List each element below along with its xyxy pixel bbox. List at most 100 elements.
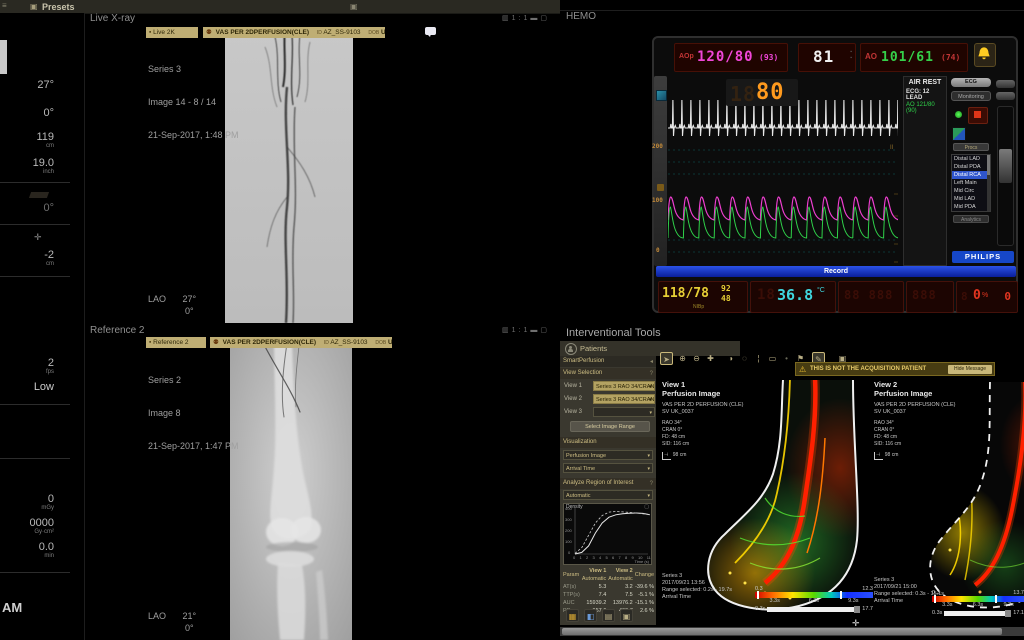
collapse-icon[interactable]: ◂ (650, 357, 653, 368)
side-slider[interactable] (997, 106, 1014, 246)
scrollbar-thumb[interactable] (562, 628, 1002, 635)
app-title-bar[interactable]: SmartPerfusion ◂ (560, 356, 656, 367)
ao-display: AO 101/61 (74) (860, 43, 968, 72)
side-pill-button[interactable] (996, 80, 1015, 88)
view2-study-info: VAS PER 2D PERFUSION (CLE) SV UK_0037 (874, 402, 956, 416)
top-toolbar: ≡ ▣ Presets ▣ (0, 0, 560, 14)
patient-banner[interactable]: ⚉ VAS PER 2DPERFUSION(CLE) ID AZ_SS-9103… (203, 27, 385, 38)
patient-banner[interactable]: ⚉ VAS PER 2DPERFUSION(CLE) ID AZ_SS-9103… (210, 337, 392, 348)
stop-record-button[interactable] (968, 107, 988, 124)
rect-tool-button[interactable]: ▭ (766, 352, 779, 365)
one-to-one-icon[interactable]: 1:1 (512, 15, 531, 22)
application-window: ≡ ▣ Presets ▣ 27° 0° 119cm 19.0inch 0° ✛… (0, 0, 1024, 640)
philips-logo: PHILIPS (952, 251, 1014, 263)
view-selection-header[interactable]: View Selection ? (560, 368, 656, 379)
windowing-tool-button[interactable]: ◑ (724, 352, 737, 365)
help-icon[interactable]: ? (650, 369, 653, 380)
bell-icon (975, 44, 993, 62)
time-color-slider[interactable] (755, 592, 873, 598)
list-item[interactable]: Mid Circ (952, 187, 990, 195)
one-to-one-icon[interactable]: 1:1 (512, 327, 531, 334)
tab-live[interactable]: ▪ Live 2K (146, 27, 198, 38)
maximize-icon[interactable]: ▢ (540, 15, 550, 22)
monitoring-button[interactable]: Monitoring (951, 91, 991, 101)
maximize-icon[interactable]: ▢ (540, 327, 550, 334)
roi-ellipse-tool-button[interactable]: ◌ (738, 352, 751, 365)
alarm-bell-button[interactable] (974, 43, 996, 67)
zoom-in-tool-button[interactable]: ⊕ (676, 352, 689, 365)
procs-button[interactable]: Procs (953, 143, 989, 151)
time-color-slider[interactable] (932, 596, 1024, 602)
table-tilt-value: 0° (0, 203, 54, 214)
tab-reference[interactable]: ▪ Reference 2 (146, 337, 206, 348)
source-distance-value: 119cm (0, 132, 54, 149)
pan-tool-button[interactable]: ✚ (704, 352, 717, 365)
list-item-selected[interactable]: Distal RCA (952, 171, 990, 179)
minimize-icon[interactable]: ▬ (530, 327, 540, 334)
dose-area-product-value: 0000Gy·cm² (0, 518, 54, 535)
report-tool-button[interactable]: ▤ (602, 609, 615, 622)
map-thumbnail-icon[interactable] (952, 127, 966, 141)
film-icon[interactable]: ▥ (502, 15, 512, 22)
chevron-down-icon: ▾ (647, 491, 650, 500)
chevron-down-icon: ▾ (649, 395, 652, 404)
view2-scale-marker: ⊣ 98 cm (874, 452, 898, 459)
site-listbox[interactable]: Distal LAD Distal PDA Distal RCA Left Ma… (951, 154, 991, 212)
export-tool-button[interactable]: ◧ (584, 609, 597, 622)
analytics-button[interactable]: Analytics (953, 215, 989, 223)
list-item[interactable]: Distal PDA (952, 163, 990, 171)
live-xray-image[interactable] (225, 27, 353, 323)
presets-button[interactable]: Presets (42, 2, 75, 12)
point-tool-button[interactable]: • (780, 352, 793, 365)
range-slider[interactable] (767, 607, 860, 612)
line-tool-button[interactable]: ¦ (752, 352, 765, 365)
list-scrollbar[interactable] (987, 155, 990, 211)
air-kerma-value: 0mGy (0, 494, 54, 511)
snapshot-tool-button[interactable]: ▦ (566, 609, 579, 622)
visualization-header[interactable]: Visualization (560, 437, 656, 448)
camera-icon[interactable]: ▣ (350, 2, 358, 11)
help-icon[interactable]: ? (650, 479, 653, 490)
ao-pressure-text: AO 121/80 (90) (904, 101, 946, 114)
select-image-range-button[interactable]: Select Image Range (570, 421, 650, 432)
view1-dropdown[interactable]: Series 3 RAO 34/CRAN 0 ▾ (593, 381, 655, 391)
horizontal-scrollbar[interactable] (560, 627, 1024, 636)
settings-tool-button[interactable]: ▣ (620, 609, 633, 622)
point-icon: • (785, 354, 788, 363)
zoom-in-icon: ⊕ (679, 354, 686, 363)
list-item[interactable]: Left Main (952, 179, 990, 187)
record-bar[interactable]: Record (656, 266, 1016, 277)
list-item[interactable]: Distal LAD (952, 155, 990, 163)
menu-icon[interactable]: ≡ (2, 1, 7, 10)
view2-label: View 2 (564, 396, 582, 402)
roi-header[interactable]: Analyze Region of Interest ? (560, 478, 656, 489)
zoom-out-tool-button[interactable]: ⊖ (690, 352, 703, 365)
pointer-tool-button[interactable]: ➤ (660, 352, 673, 365)
ecg-lead-label: II (890, 145, 893, 151)
y-tick: 100 (565, 539, 572, 545)
visualization-secondary-dropdown[interactable]: Arrival Time ▾ (563, 463, 653, 473)
temperature-display: 18 36.8 °C (750, 281, 836, 313)
hide-message-button[interactable]: Hide Message (948, 365, 992, 374)
film-icon[interactable]: ▥ (502, 327, 512, 334)
slider-thumb[interactable] (999, 149, 1012, 183)
roi-mode-dropdown[interactable]: Automatic ▾ (563, 490, 653, 500)
patient-state-label: AIR REST (904, 77, 946, 86)
patients-button[interactable]: Patients (580, 344, 607, 353)
waveform-scale-strip[interactable] (654, 76, 667, 266)
contrast-icon: ◑ (728, 354, 733, 363)
visualization-primary-dropdown[interactable]: Perfusion Image ▾ (563, 450, 653, 460)
message-bubble-icon[interactable] (425, 27, 436, 35)
list-item[interactable]: Mid LAD (952, 195, 990, 203)
list-item[interactable]: Mid PDA (952, 203, 990, 211)
pressure-scale-200: 200 (652, 143, 663, 150)
view2-dropdown[interactable]: Series 3 RAO 34/CRAN 0 ▾ (593, 394, 655, 404)
acquisition-warning: ⚠ THIS IS NOT THE ACQUISITION PATIENT Hi… (795, 362, 995, 376)
ecg-button[interactable]: ECG (951, 78, 991, 87)
range-slider[interactable] (944, 611, 1011, 616)
view3-dropdown[interactable]: ▾ (593, 407, 655, 417)
reference-xray-image[interactable] (230, 337, 352, 640)
aop-display: AOp 120/80 (93) (674, 43, 788, 72)
side-pill-button[interactable] (996, 92, 1015, 100)
minimize-icon[interactable]: ▬ (530, 15, 540, 22)
